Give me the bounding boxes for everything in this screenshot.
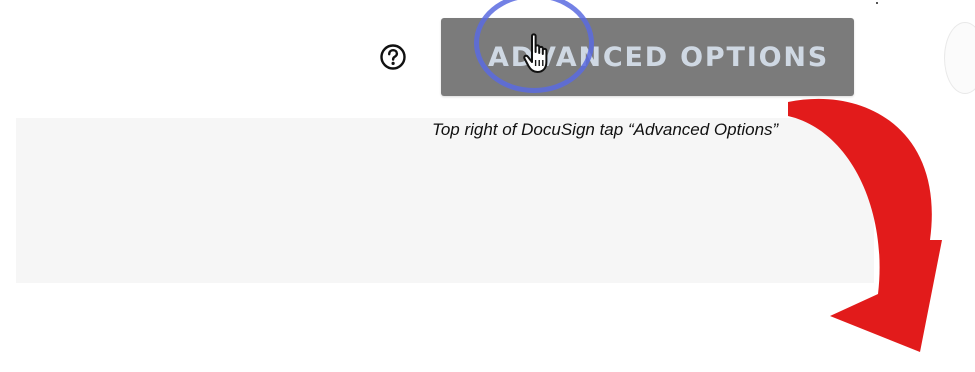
partial-edge-element — [944, 22, 975, 94]
instruction-caption: Top right of DocuSign tap “Advanced Opti… — [432, 120, 779, 139]
content-panel — [16, 118, 874, 283]
hand-pointer-icon — [522, 32, 556, 76]
help-icon[interactable] — [379, 43, 407, 71]
curved-arrow-down-icon — [770, 90, 975, 372]
stray-mark — [876, 2, 878, 4]
screenshot-stage: ADVANCED OPTIONS Top right of DocuSign t… — [0, 0, 975, 372]
